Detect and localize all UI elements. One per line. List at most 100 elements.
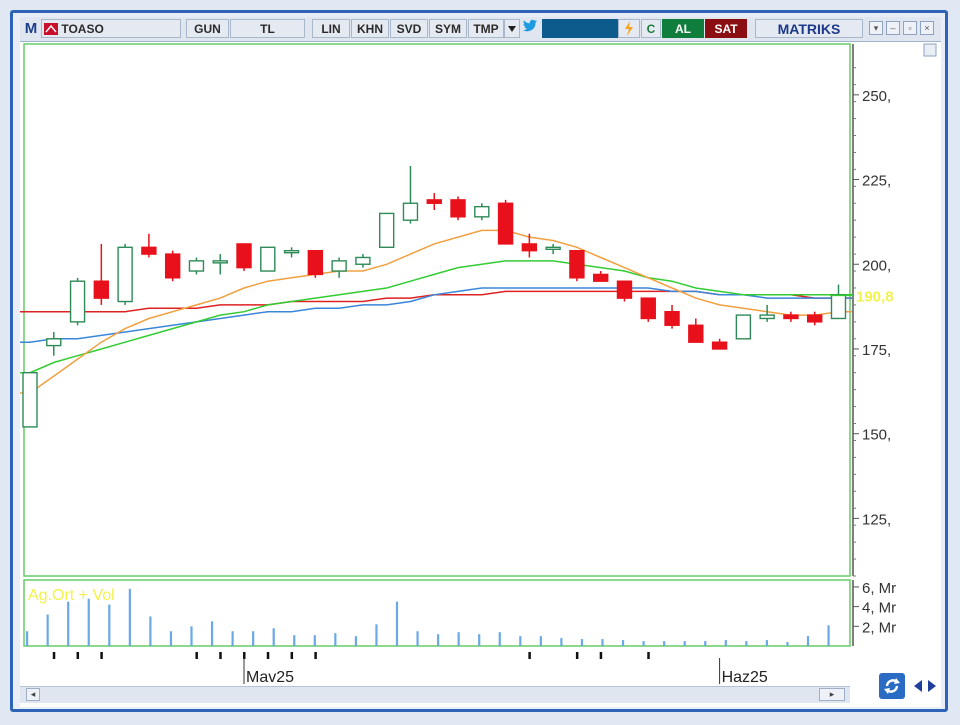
y-tick-label: 250, — [862, 88, 891, 105]
volume-bar — [806, 636, 810, 646]
candle-up — [759, 314, 775, 320]
volume-bar — [375, 624, 378, 646]
symbol-button[interactable]: SYM — [429, 19, 467, 38]
minimize-icon[interactable]: – — [886, 21, 900, 35]
candle-down — [569, 250, 585, 279]
toolbar: M TOASO GUN TL LIN KHN SVD SYM TMP C AL … — [20, 17, 941, 42]
dark-info-panel — [542, 19, 618, 38]
y-tick-label: 225, — [862, 173, 891, 190]
candle-down — [236, 243, 252, 269]
candle-down — [807, 314, 823, 323]
time-mark — [219, 652, 222, 659]
volume-bar — [745, 641, 748, 646]
y-tick-label: 200, — [862, 257, 891, 274]
volume-bar — [252, 631, 255, 646]
candle-down — [450, 199, 466, 218]
volume-y-tick-label: 2, Mr — [862, 619, 896, 636]
volume-bar — [478, 634, 481, 646]
time-mark — [290, 652, 294, 659]
refresh-icon[interactable] — [879, 673, 905, 699]
candle-up — [545, 246, 561, 251]
volume-bar — [108, 604, 111, 646]
close-icon[interactable]: × — [920, 21, 934, 35]
candle-up — [830, 294, 847, 320]
linear-scale-button[interactable]: LIN — [312, 19, 350, 38]
candle-down — [307, 250, 324, 276]
twitter-icon[interactable] — [520, 19, 540, 38]
chart-svg[interactable]: 250, 225, 200, 175, 150, 125, 190,8 Ag.Ort + Vo… — [13, 42, 941, 707]
candle-up — [378, 212, 395, 249]
x-axis-date-label: Mav25 — [246, 669, 294, 686]
volume-y-tick-label: 6, Mr — [862, 580, 896, 597]
candle-up — [260, 246, 276, 272]
sell-button[interactable]: SAT — [705, 19, 747, 38]
candle-up — [212, 260, 228, 264]
time-mark — [52, 652, 56, 659]
symbol-selector[interactable]: TOASO — [41, 19, 181, 38]
volume-panel-label: Ag.Ort + Vol — [28, 587, 115, 604]
template-dropdown-icon[interactable] — [504, 19, 520, 38]
volume-y-tick-label: 4, Mr — [862, 600, 896, 617]
time-mark — [76, 652, 80, 659]
candle-up — [355, 256, 371, 265]
lightning-icon[interactable] — [618, 19, 640, 38]
candle-type-button[interactable]: KHN — [351, 19, 389, 38]
candle-up — [188, 260, 205, 272]
chart-area[interactable]: 250, 225, 200, 175, 150, 125, 190,8 Ag.Ort + Vo… — [13, 42, 941, 707]
prev-arrow-icon[interactable] — [914, 680, 922, 692]
time-mark — [100, 652, 103, 659]
volume-bar — [354, 636, 357, 646]
navigation-controls — [878, 671, 940, 701]
candle-down — [93, 280, 110, 299]
buy-button[interactable]: AL — [662, 19, 704, 38]
volume-bar — [169, 631, 173, 646]
period-button[interactable]: GUN — [186, 19, 229, 38]
scroll-left-icon[interactable]: ◂ — [26, 688, 40, 701]
horizontal-scrollbar[interactable]: ◂ ▸ — [20, 686, 850, 703]
maximize-icon[interactable]: ▫ — [903, 21, 917, 35]
y-tick-label: 150, — [862, 427, 891, 444]
volume-bar — [210, 621, 214, 646]
symbol-flag-icon — [44, 23, 58, 35]
template-button[interactable]: TMP — [468, 19, 504, 38]
candle-down — [592, 273, 609, 282]
menu-icon[interactable]: ▾ — [869, 21, 883, 35]
candle-up — [474, 205, 490, 218]
candle-down — [640, 297, 656, 320]
y-tick-label: 175, — [862, 342, 891, 359]
volume-bar — [190, 626, 193, 646]
volume-bar — [334, 633, 337, 646]
scroll-right-icon[interactable]: ▸ — [819, 688, 845, 701]
candle-down — [711, 341, 728, 350]
volume-bar — [519, 636, 522, 646]
time-mark — [266, 652, 270, 659]
volume-bar — [67, 601, 70, 646]
candle-down — [688, 324, 704, 343]
volume-bar — [498, 632, 501, 646]
candle-up — [283, 250, 300, 254]
candle-down — [141, 246, 157, 255]
volume-bar — [272, 628, 275, 646]
candle-down — [616, 280, 633, 299]
volume-bar — [149, 616, 152, 646]
panel-corner-icon — [923, 43, 937, 57]
volume-bar — [704, 641, 707, 646]
volume-bar — [46, 614, 49, 646]
volume-button[interactable]: SVD — [390, 19, 428, 38]
last-price-label: 190,8 — [856, 288, 894, 305]
volume-bar — [313, 635, 316, 646]
candle-down — [426, 199, 442, 204]
volume-bar — [128, 588, 131, 646]
currency-button[interactable]: TL — [230, 19, 305, 38]
c-button[interactable]: C — [641, 19, 661, 38]
volume-bar — [231, 631, 234, 646]
next-arrow-icon[interactable] — [928, 680, 936, 692]
candle-down — [521, 243, 538, 252]
candle-up — [22, 371, 38, 428]
chart-background — [20, 42, 941, 707]
candle-up — [117, 246, 133, 303]
time-mark — [314, 652, 317, 659]
brand-label: MATRIKS — [755, 19, 863, 38]
candle-up — [402, 202, 419, 221]
volume-bar — [621, 640, 625, 646]
